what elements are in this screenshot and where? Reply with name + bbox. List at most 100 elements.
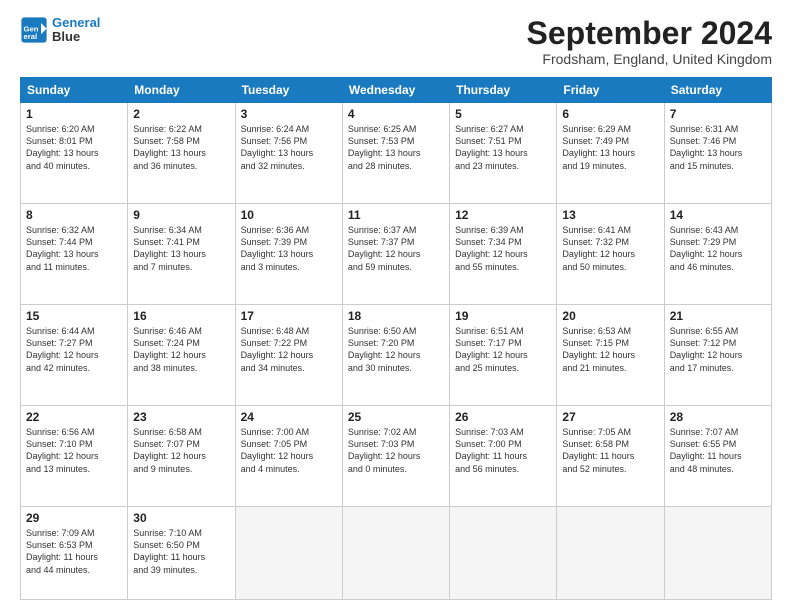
day-number: 23: [133, 410, 229, 424]
day-info: Sunrise: 6:53 AMSunset: 7:15 PMDaylight:…: [562, 326, 635, 372]
day-number: 1: [26, 107, 122, 121]
day-number: 12: [455, 208, 551, 222]
day-number: 14: [670, 208, 766, 222]
table-row: [450, 507, 557, 600]
col-thursday: Thursday: [450, 78, 557, 103]
table-row: 2Sunrise: 6:22 AMSunset: 7:58 PMDaylight…: [128, 103, 235, 204]
day-number: 30: [133, 511, 229, 525]
table-row: 20 Sunrise: 6:53 AMSunset: 7:15 PMDayligh…: [557, 305, 664, 406]
day-info: Sunrise: 6:43 AMSunset: 7:29 PMDaylight:…: [670, 225, 743, 271]
day-number: 6: [562, 107, 658, 121]
calendar-table: Sunday Monday Tuesday Wednesday Thursday…: [20, 77, 772, 600]
table-row: 18Sunrise: 6:50 AMSunset: 7:20 PMDayligh…: [342, 305, 449, 406]
table-row: 3 Sunrise: 6:24 AMSunset: 7:56 PMDaylight…: [235, 103, 342, 204]
svg-text:eral: eral: [24, 32, 38, 41]
day-number: 17: [241, 309, 337, 323]
table-row: 24 Sunrise: 7:00 AMSunset: 7:05 PMDayligh…: [235, 406, 342, 507]
table-row: 19Sunrise: 6:51 AMSunset: 7:17 PMDayligh…: [450, 305, 557, 406]
table-row: 7 Sunrise: 6:31 AMSunset: 7:46 PMDaylight…: [664, 103, 771, 204]
table-row: 22 Sunrise: 6:56 AMSunset: 7:10 PMDayligh…: [21, 406, 128, 507]
day-number: 25: [348, 410, 444, 424]
day-info: Sunrise: 6:36 AMSunset: 7:39 PMDaylight:…: [241, 225, 314, 271]
day-info: Sunrise: 6:55 AMSunset: 7:12 PMDaylight:…: [670, 326, 743, 372]
day-number: 11: [348, 208, 444, 222]
table-row: 11Sunrise: 6:37 AMSunset: 7:37 PMDayligh…: [342, 204, 449, 305]
day-info: Sunrise: 7:03 AMSunset: 7:00 PMDaylight:…: [455, 427, 527, 473]
table-row: 4 Sunrise: 6:25 AMSunset: 7:53 PMDaylight…: [342, 103, 449, 204]
table-row: 10 Sunrise: 6:36 AMSunset: 7:39 PMDayligh…: [235, 204, 342, 305]
day-number: 10: [241, 208, 337, 222]
day-number: 15: [26, 309, 122, 323]
table-row: [664, 507, 771, 600]
logo-text: General Blue: [52, 16, 100, 45]
day-number: 27: [562, 410, 658, 424]
table-row: 29 Sunrise: 7:09 AMSunset: 6:53 PMDayligh…: [21, 507, 128, 600]
day-number: 16: [133, 309, 229, 323]
logo-icon: Gen eral: [20, 16, 48, 44]
table-row: 6 Sunrise: 6:29 AMSunset: 7:49 PMDaylight…: [557, 103, 664, 204]
table-row: 28 Sunrise: 7:07 AMSunset: 6:55 PMDayligh…: [664, 406, 771, 507]
day-number: 2: [133, 107, 229, 121]
day-info: Sunrise: 7:07 AMSunset: 6:55 PMDaylight:…: [670, 427, 742, 473]
col-sunday: Sunday: [21, 78, 128, 103]
page: Gen eral General Blue September 2024 Fro…: [0, 0, 792, 612]
day-info: Sunrise: 6:56 AMSunset: 7:10 PMDaylight:…: [26, 427, 99, 473]
day-info: Sunrise: 7:02 AMSunset: 7:03 PMDaylight:…: [348, 427, 421, 473]
table-row: 8 Sunrise: 6:32 AMSunset: 7:44 PMDaylight…: [21, 204, 128, 305]
subtitle: Frodsham, England, United Kingdom: [527, 51, 772, 67]
day-info: Sunrise: 6:32 AMSunset: 7:44 PMDaylight:…: [26, 225, 99, 271]
table-row: 27 Sunrise: 7:05 AMSunset: 6:58 PMDayligh…: [557, 406, 664, 507]
day-number: 9: [133, 208, 229, 222]
day-info: Sunrise: 6:25 AMSunset: 7:53 PMDaylight:…: [348, 124, 421, 170]
day-info: Sunrise: 6:41 AMSunset: 7:32 PMDaylight:…: [562, 225, 635, 271]
day-number: 7: [670, 107, 766, 121]
day-info: Sunrise: 7:10 AMSunset: 6:50 PMDaylight:…: [133, 528, 205, 574]
table-row: 26 Sunrise: 7:03 AMSunset: 7:00 PMDayligh…: [450, 406, 557, 507]
day-number: 22: [26, 410, 122, 424]
day-info: Sunrise: 7:05 AMSunset: 6:58 PMDaylight:…: [562, 427, 634, 473]
day-info: Sunrise: 6:27 AMSunset: 7:51 PMDaylight:…: [455, 124, 528, 170]
day-number: 8: [26, 208, 122, 222]
day-number: 3: [241, 107, 337, 121]
day-info: Sunrise: 7:00 AMSunset: 7:05 PMDaylight:…: [241, 427, 314, 473]
day-number: 20: [562, 309, 658, 323]
title-area: September 2024 Frodsham, England, United…: [527, 16, 772, 67]
day-info: Sunrise: 6:48 AMSunset: 7:22 PMDaylight:…: [241, 326, 314, 372]
day-number: 5: [455, 107, 551, 121]
day-info: Sunrise: 6:24 AMSunset: 7:56 PMDaylight:…: [241, 124, 314, 170]
day-number: 4: [348, 107, 444, 121]
col-saturday: Saturday: [664, 78, 771, 103]
day-info: Sunrise: 6:50 AMSunset: 7:20 PMDaylight:…: [348, 326, 421, 372]
table-row: 13Sunrise: 6:41 AMSunset: 7:32 PMDayligh…: [557, 204, 664, 305]
day-number: 26: [455, 410, 551, 424]
day-info: Sunrise: 6:31 AMSunset: 7:46 PMDaylight:…: [670, 124, 743, 170]
day-number: 28: [670, 410, 766, 424]
col-tuesday: Tuesday: [235, 78, 342, 103]
table-row: 1Sunrise: 6:20 AMSunset: 8:01 PMDaylight…: [21, 103, 128, 204]
table-row: 14 Sunrise: 6:43 AMSunset: 7:29 PMDayligh…: [664, 204, 771, 305]
table-row: 21Sunrise: 6:55 AMSunset: 7:12 PMDayligh…: [664, 305, 771, 406]
logo: Gen eral General Blue: [20, 16, 100, 45]
day-info: Sunrise: 6:58 AMSunset: 7:07 PMDaylight:…: [133, 427, 206, 473]
col-friday: Friday: [557, 78, 664, 103]
header-row: Sunday Monday Tuesday Wednesday Thursday…: [21, 78, 772, 103]
table-row: 5 Sunrise: 6:27 AMSunset: 7:51 PMDaylight…: [450, 103, 557, 204]
col-monday: Monday: [128, 78, 235, 103]
day-info: Sunrise: 6:51 AMSunset: 7:17 PMDaylight:…: [455, 326, 528, 372]
table-row: [235, 507, 342, 600]
day-info: Sunrise: 6:29 AMSunset: 7:49 PMDaylight:…: [562, 124, 635, 170]
table-row: 23 Sunrise: 6:58 AMSunset: 7:07 PMDayligh…: [128, 406, 235, 507]
day-info: Sunrise: 6:46 AMSunset: 7:24 PMDaylight:…: [133, 326, 206, 372]
col-wednesday: Wednesday: [342, 78, 449, 103]
table-row: 15 Sunrise: 6:44 AMSunset: 7:27 PMDayligh…: [21, 305, 128, 406]
day-info: Sunrise: 7:09 AMSunset: 6:53 PMDaylight:…: [26, 528, 98, 574]
table-row: 16 Sunrise: 6:46 AMSunset: 7:24 PMDayligh…: [128, 305, 235, 406]
table-row: [342, 507, 449, 600]
day-number: 24: [241, 410, 337, 424]
day-info: Sunrise: 6:39 AMSunset: 7:34 PMDaylight:…: [455, 225, 528, 271]
day-number: 29: [26, 511, 122, 525]
table-row: 17 Sunrise: 6:48 AMSunset: 7:22 PMDayligh…: [235, 305, 342, 406]
table-row: 25 Sunrise: 7:02 AMSunset: 7:03 PMDayligh…: [342, 406, 449, 507]
day-info: Sunrise: 6:44 AMSunset: 7:27 PMDaylight:…: [26, 326, 99, 372]
header: Gen eral General Blue September 2024 Fro…: [20, 16, 772, 67]
